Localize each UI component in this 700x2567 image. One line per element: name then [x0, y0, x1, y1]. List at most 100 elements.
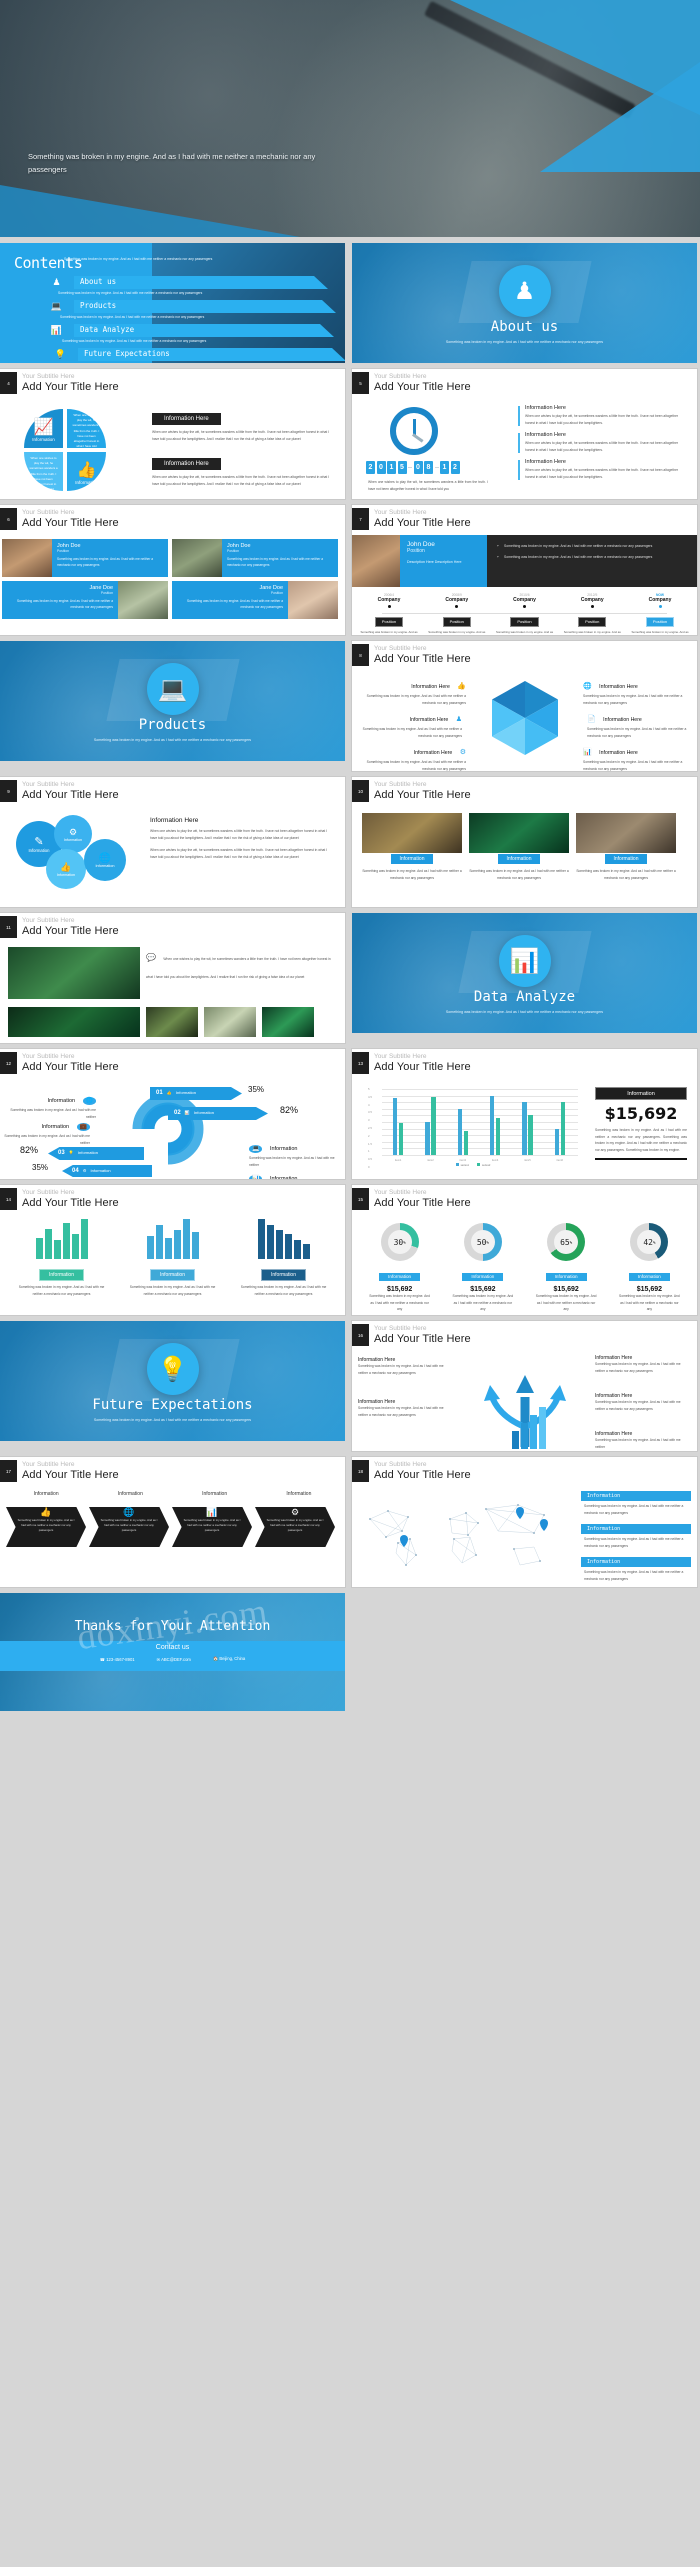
- spiral-side-item-2[interactable]: Information 💼 Something was broken in my…: [4, 1115, 90, 1146]
- team-card[interactable]: Jane Doe Position Something was broken i…: [172, 581, 338, 619]
- slide-subtitle: Your Subtitle Here: [374, 1461, 427, 1468]
- growth-item-4[interactable]: Information Here Something was broken in…: [595, 1393, 691, 1412]
- slide-arrow-growth[interactable]: 16 Your Subtitle Here Add Your Title Her…: [352, 1321, 697, 1451]
- people-icon: ♟: [52, 277, 61, 287]
- donut-amount: $15,692: [553, 1286, 579, 1293]
- hex-item-1[interactable]: Information Here 👍 Something was broken …: [356, 675, 466, 706]
- image-card[interactable]: Information Something was broken in my e…: [576, 813, 676, 881]
- hex-item-2[interactable]: 🌐 Information Here Something was broken …: [583, 675, 693, 706]
- gallery-main-image[interactable]: [8, 947, 140, 999]
- slide-profile-timeline[interactable]: 7 Your Subtitle Here Add Your Title Here…: [352, 505, 697, 635]
- gallery-image-1[interactable]: [8, 1007, 140, 1037]
- globe-icon: 🌐: [98, 852, 112, 864]
- spiral-step-1[interactable]: 01 👍 Information: [150, 1087, 242, 1100]
- gallery-image-3[interactable]: [204, 1007, 256, 1037]
- globe-icon: 🌐: [82, 1097, 96, 1105]
- contents-item-products[interactable]: 💻 Products: [48, 300, 338, 313]
- timeline-company: Company: [445, 597, 469, 603]
- image-card[interactable]: Information Something was broken in my e…: [469, 813, 569, 881]
- slide-subtitle: Your Subtitle Here: [374, 645, 427, 652]
- team-card[interactable]: John Doe Position Something was broken i…: [2, 539, 168, 577]
- email-contact[interactable]: ✉ ABC@DEF.com: [157, 1657, 191, 1662]
- page-title: Add Your Title Here: [22, 381, 119, 393]
- quad-segment-3[interactable]: When one wishes to play the wit, he some…: [24, 452, 63, 491]
- slide-world-map[interactable]: 18 Your Subtitle Here Add Your Title Her…: [352, 1457, 697, 1587]
- slide-triple-bars[interactable]: 14 Your Subtitle Here Add Your Title Her…: [0, 1185, 345, 1315]
- bubble-3[interactable]: 👍 Information: [46, 849, 86, 889]
- timeline-entry[interactable]: 2012/5 Company Position Something was br…: [563, 593, 621, 635]
- y-tick-label: 2.5: [368, 1126, 372, 1130]
- slide-bubble-circles[interactable]: 9 Your Subtitle Here Add Your Title Here…: [0, 777, 345, 907]
- bar-panel[interactable]: Information Something was broken in my en…: [234, 1217, 334, 1297]
- contents-slide[interactable]: Contents Something was broken in my engi…: [0, 243, 345, 363]
- image-card[interactable]: Information Something was broken in my e…: [362, 813, 462, 881]
- info-paragraph: When one wishes to play the wit, he some…: [525, 468, 679, 479]
- spiral-side-item-3[interactable]: 💻 Information Something was broken in my…: [249, 1137, 339, 1168]
- slide-team-cards[interactable]: 6 Your Subtitle Here Add Your Title Here…: [0, 505, 345, 635]
- map-info-item[interactable]: Information Something was broken in my en…: [581, 1557, 691, 1584]
- laptop-icon: 💻: [50, 301, 63, 311]
- contents-item-about[interactable]: ♟ About us: [48, 276, 338, 289]
- quad-segment-4[interactable]: 👍 Information: [67, 452, 106, 491]
- timeline-entry[interactable]: 2008/9 Company Position Something was br…: [428, 593, 486, 635]
- slide-clock-timeline[interactable]: 5 Your Subtitle Here Add Your Title Here…: [352, 369, 697, 499]
- bar-panel[interactable]: Information Something was broken in my en…: [123, 1217, 223, 1297]
- slide-header: 18 Your Subtitle Here Add Your Title Her…: [352, 1457, 697, 1487]
- slide-image-cards[interactable]: 10 Your Subtitle Here Add Your Title Her…: [352, 777, 697, 907]
- growth-item-3[interactable]: Information Here Something was broken in…: [595, 1355, 691, 1374]
- section-slide-future[interactable]: 💡 Future Expectations Something was brok…: [0, 1321, 345, 1441]
- quad-segment-1[interactable]: 📈 Information: [24, 409, 63, 448]
- contents-item-data[interactable]: 📊 Data Analyze: [48, 324, 338, 337]
- contents-bar-tip: [320, 324, 334, 337]
- arrow-step[interactable]: 👍 Something was broken in my engine. And …: [6, 1507, 86, 1547]
- hex-item-3[interactable]: Information Here ♟ Something was broken …: [352, 708, 462, 739]
- donut-stat[interactable]: 42% Information $15,692 Something was broke…: [611, 1223, 687, 1313]
- bubble-4[interactable]: 🌐 Information: [84, 839, 126, 881]
- slide-bar-chart[interactable]: 13 Your Subtitle Here Add Your Title Her…: [352, 1049, 697, 1179]
- section-slide-about[interactable]: ♟ About us Something was broken in my en…: [352, 243, 697, 363]
- spiral-side-item-4[interactable]: 📊 Information Something was broken in my…: [249, 1167, 339, 1179]
- hexagon-graphic: [491, 681, 558, 755]
- slide-donut-stats[interactable]: 15 Your Subtitle Here Add Your Title Her…: [352, 1185, 697, 1315]
- slide-arrow-process[interactable]: 17 Your Subtitle Here Add Your Title Her…: [0, 1457, 345, 1587]
- member-desc: Something was broken in my engine. And a…: [186, 599, 283, 610]
- address-contact[interactable]: 🏠 Beijing, China: [213, 1656, 245, 1662]
- growth-item-5[interactable]: Information Here Something was broken in…: [595, 1431, 691, 1450]
- hex-item-5[interactable]: Information Here ⚙ Something was broken …: [356, 741, 466, 771]
- slide-hexagon[interactable]: 8 Your Subtitle Here Add Your Title Here…: [352, 641, 697, 771]
- slide-quad-circle[interactable]: 4 Your Subtitle Here Add Your Title Here…: [0, 369, 345, 499]
- gallery-image-4[interactable]: [262, 1007, 314, 1037]
- bar-panel[interactable]: Information Something was broken in my en…: [12, 1217, 112, 1297]
- section-slide-data-analyze[interactable]: 📊 Data Analyze Something was broken in m…: [352, 913, 697, 1033]
- arrow-step[interactable]: 📊 Something was broken in my engine. And …: [172, 1507, 252, 1547]
- spiral-step-2[interactable]: 02 📊 Information: [168, 1107, 268, 1120]
- hex-item-6[interactable]: 📊 Information Here Something was broken …: [583, 741, 693, 771]
- slide-photo-gallery[interactable]: 11 Your Subtitle Here Add Your Title Her…: [0, 913, 345, 1043]
- contents-item-future[interactable]: 💡 Future Expectations: [52, 348, 345, 361]
- arrow-step[interactable]: ⚙ Something was broken in my engine. And …: [255, 1507, 335, 1547]
- bubble-2[interactable]: ⚙ Information: [54, 815, 92, 853]
- section-slide-products[interactable]: 💻 Products Something was broken in my en…: [0, 641, 345, 761]
- spiral-step-4[interactable]: 04 ⚙ Information: [62, 1165, 152, 1177]
- donut-stat[interactable]: 65% Information $15,692 Something was broke…: [528, 1223, 604, 1313]
- donut-stat[interactable]: 30% Information $15,692 Something was broke…: [362, 1223, 438, 1313]
- timeline-entry[interactable]: 2006/4 Company Position Something was br…: [360, 593, 418, 635]
- cover-slide: Something was broken in my engine. And a…: [0, 0, 700, 237]
- quad-segment-2[interactable]: When one wishes to play the wit, he some…: [67, 409, 106, 448]
- growth-item-1[interactable]: Information Here Something was broken in…: [358, 1357, 450, 1376]
- map-info-item[interactable]: Information Something was broken in my en…: [581, 1491, 691, 1518]
- donut-stat[interactable]: 50% Information $15,692 Something was broke…: [445, 1223, 521, 1313]
- timeline-entry[interactable]: 2010/6 Company Position Something was br…: [496, 593, 554, 635]
- slide-spiral-process[interactable]: 12 Your Subtitle Here Add Your Title Her…: [0, 1049, 345, 1179]
- spiral-step-3[interactable]: 03 💡 Information: [48, 1147, 144, 1160]
- arrow-step[interactable]: 🌐 Something was broken in my engine. And …: [89, 1507, 169, 1547]
- growth-item-2[interactable]: Information Here Something was broken in…: [358, 1399, 450, 1418]
- team-card[interactable]: John Doe Position Something was broken i…: [172, 539, 338, 577]
- closing-slide[interactable]: Thanks for Your Attention Contact us ☎ 1…: [0, 1593, 345, 1711]
- team-card[interactable]: Jane Doe Position Something was broken i…: [2, 581, 168, 619]
- hex-item-4[interactable]: 📄 Information Here Something was broken …: [587, 708, 697, 739]
- gallery-image-2[interactable]: [146, 1007, 198, 1037]
- timeline-entry-now[interactable]: NOW Company Position Something was broke…: [631, 593, 689, 635]
- map-info-item[interactable]: Information Something was broken in my en…: [581, 1524, 691, 1551]
- phone-contact[interactable]: ☎ 123-4567-8901: [100, 1657, 135, 1662]
